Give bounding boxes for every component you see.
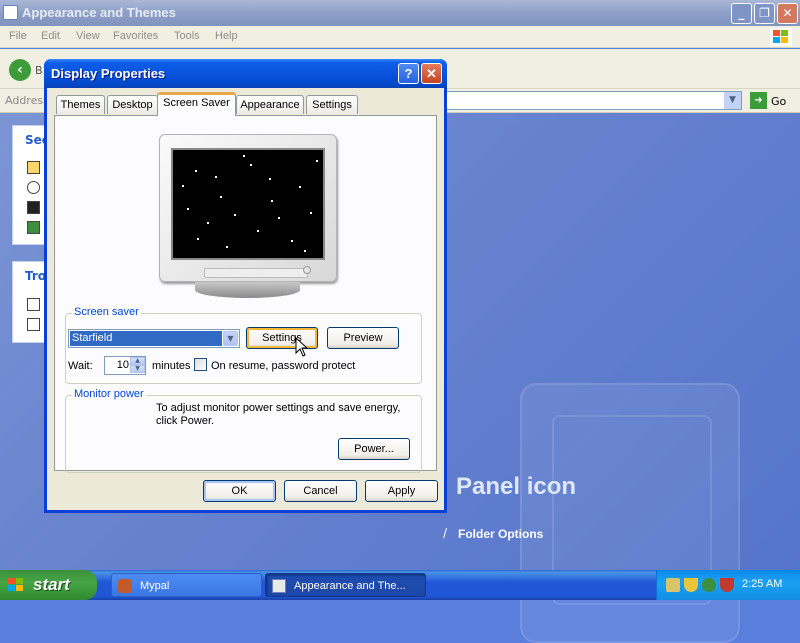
bg-window-title: Appearance and Themes bbox=[22, 5, 176, 20]
help-button[interactable]: ? bbox=[398, 63, 419, 84]
taskbar: start Mypal Appearance and The... 2:25 A… bbox=[0, 570, 800, 600]
tab-desktop[interactable]: Desktop bbox=[107, 95, 158, 114]
system-tray: 2:25 AM bbox=[656, 570, 800, 600]
update-icon[interactable] bbox=[702, 578, 716, 592]
windows-flag-icon bbox=[8, 578, 24, 592]
monitor-power-group-label: Monitor power bbox=[72, 388, 146, 400]
clock: 2:25 AM bbox=[742, 578, 783, 590]
alert-shield-icon[interactable] bbox=[720, 578, 734, 592]
chevron-down-icon[interactable]: ▼ bbox=[223, 331, 238, 346]
monitor-preview bbox=[159, 134, 337, 282]
close-icon[interactable]: ✕ bbox=[777, 3, 798, 24]
ok-button[interactable]: OK bbox=[203, 480, 276, 502]
dialog-close-button[interactable]: ✕ bbox=[421, 63, 442, 84]
screen-saver-group-label: Screen saver bbox=[72, 306, 141, 318]
address-label: Address bbox=[5, 94, 49, 107]
control-panel-watermark-icon bbox=[520, 383, 740, 643]
address-input[interactable]: ▼ bbox=[446, 91, 742, 110]
monitor-power-led bbox=[303, 266, 311, 274]
password-protect-checkbox[interactable] bbox=[194, 358, 207, 371]
tab-themes[interactable]: Themes bbox=[56, 95, 105, 114]
monitor-stand bbox=[195, 282, 300, 298]
menu-help[interactable]: Help bbox=[215, 30, 238, 42]
bg-titlebar: Appearance and Themes _ ❐ ✕ bbox=[0, 0, 800, 26]
cancel-button[interactable]: Cancel bbox=[284, 480, 357, 502]
go-button[interactable]: Go bbox=[771, 95, 786, 108]
menu-tools[interactable]: Tools bbox=[174, 30, 200, 42]
spin-up-icon[interactable]: ▲ bbox=[130, 357, 145, 365]
display-properties-dialog: Display Properties ? ✕ Themes Desktop Sc… bbox=[44, 59, 447, 513]
preview-button[interactable]: Preview bbox=[327, 327, 399, 349]
menu-favorites[interactable]: Favorites bbox=[113, 30, 158, 42]
display-icon[interactable] bbox=[27, 201, 40, 214]
go-arrow-icon[interactable]: ➜ bbox=[750, 92, 767, 109]
menu-edit[interactable]: Edit bbox=[41, 30, 60, 42]
wait-minutes-value[interactable]: 10 bbox=[105, 357, 131, 374]
windows-logo-icon bbox=[770, 28, 792, 46]
minutes-label: minutes bbox=[152, 360, 191, 372]
folder-options-icon[interactable]: / bbox=[443, 526, 447, 540]
help-icon[interactable] bbox=[27, 318, 40, 331]
screen-saver-tab-page: Screen saver Starfield ▼ Settings Previe… bbox=[54, 115, 437, 473]
restore-icon[interactable]: ❐ bbox=[754, 3, 775, 24]
dialog-body: Themes Desktop Screen Saver Appearance S… bbox=[47, 88, 444, 510]
security-shield-icon[interactable] bbox=[684, 578, 698, 592]
start-label: start bbox=[33, 575, 70, 594]
minimize-icon[interactable]: _ bbox=[731, 3, 752, 24]
clock-icon[interactable] bbox=[27, 181, 40, 194]
start-button[interactable]: start bbox=[0, 570, 97, 600]
folder-options-link[interactable]: Folder Options bbox=[458, 527, 543, 541]
monitor-power-description: To adjust monitor power settings and sav… bbox=[156, 402, 401, 427]
bg-menubar: File Edit View Favorites Tools Help bbox=[0, 26, 800, 48]
taskbar-item-mypal[interactable]: Mypal bbox=[111, 573, 262, 597]
screen-saver-select[interactable]: Starfield ▼ bbox=[68, 329, 240, 348]
power-button[interactable]: Power... bbox=[338, 438, 410, 460]
taskbar-item-appearance-and-themes[interactable]: Appearance and The... bbox=[265, 573, 426, 597]
monitor-base-slot bbox=[204, 268, 308, 278]
screen-saver-preview-screen bbox=[171, 148, 325, 260]
back-arrow-icon[interactable]: ‹ bbox=[9, 59, 31, 81]
password-protect-label[interactable]: On resume, password protect bbox=[211, 360, 355, 372]
taskbar-item-label: Mypal bbox=[140, 580, 170, 592]
wait-label: Wait: bbox=[68, 360, 93, 372]
screen-saver-selected-value: Starfield bbox=[69, 330, 223, 347]
taskbar-item-label: Appearance and The... bbox=[294, 580, 406, 592]
tab-screen-saver[interactable]: Screen Saver bbox=[157, 92, 236, 116]
control-panel-icon bbox=[272, 579, 286, 593]
apply-button[interactable]: Apply bbox=[365, 480, 438, 502]
back-label[interactable]: B bbox=[35, 64, 43, 77]
picture-icon[interactable] bbox=[27, 221, 40, 234]
panel-icon-heading: Panel icon bbox=[456, 473, 577, 500]
mouse-cursor-icon bbox=[295, 337, 309, 357]
mypal-browser-icon bbox=[118, 579, 132, 593]
tab-settings[interactable]: Settings bbox=[306, 95, 358, 114]
tab-appearance[interactable]: Appearance bbox=[236, 95, 304, 114]
dialog-title: Display Properties bbox=[51, 66, 166, 81]
menu-file[interactable]: File bbox=[9, 30, 27, 42]
menu-view[interactable]: View bbox=[76, 30, 100, 42]
task-icon[interactable] bbox=[27, 161, 40, 174]
chevron-down-icon[interactable]: ▼ bbox=[724, 92, 741, 109]
dialog-titlebar[interactable]: Display Properties ? ✕ bbox=[44, 59, 447, 88]
wait-minutes-stepper[interactable]: 10 ▲ ▼ bbox=[104, 356, 146, 375]
folder-icon bbox=[3, 5, 18, 20]
troubleshooters-header: Tro bbox=[25, 269, 47, 283]
help-icon[interactable] bbox=[27, 298, 40, 311]
network-icon[interactable] bbox=[666, 578, 680, 592]
spin-down-icon[interactable]: ▼ bbox=[130, 365, 145, 373]
